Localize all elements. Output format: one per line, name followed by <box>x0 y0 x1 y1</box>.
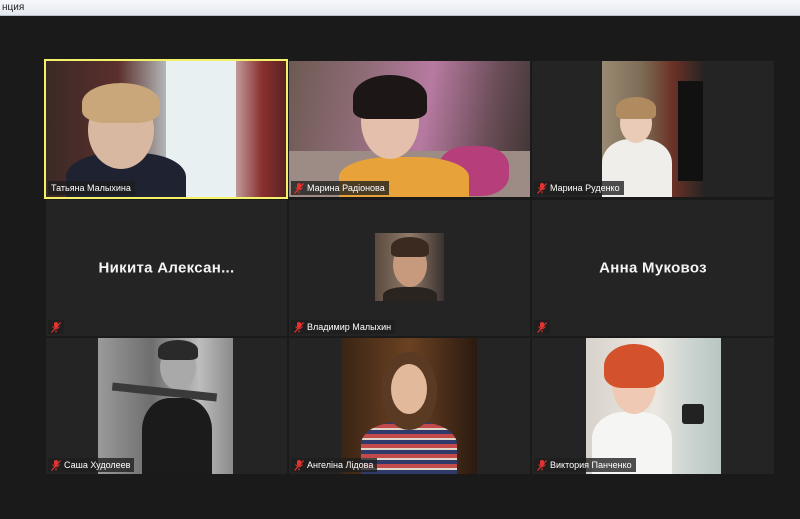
participant-label <box>534 320 550 334</box>
participant-video <box>375 233 444 301</box>
participant-video <box>602 61 703 197</box>
participant-name: Марина Руденко <box>550 183 620 193</box>
participant-label: Марина Руденко <box>534 181 624 195</box>
participant-name: Марина Радіонова <box>307 183 385 193</box>
participant-video <box>98 338 233 474</box>
participant-video <box>341 338 477 474</box>
participant-tile[interactable]: Никита Алексан... <box>46 200 287 336</box>
participant-label <box>48 320 64 334</box>
mic-muted-icon <box>294 321 304 333</box>
participant-name: Владимир Малыхин <box>307 322 392 332</box>
mic-muted-icon <box>51 459 61 471</box>
mic-muted-icon <box>537 182 547 194</box>
participant-video <box>289 61 530 197</box>
participant-tile[interactable]: Владимир Малыхин <box>289 200 530 336</box>
mic-muted-icon <box>294 182 304 194</box>
participant-display-name: Никита Алексан... <box>98 259 235 277</box>
participant-label: Марина Радіонова <box>291 181 389 195</box>
mic-muted-icon <box>51 321 61 333</box>
participant-name: Саша Худолеев <box>64 460 131 470</box>
participant-tile[interactable]: Ангеліна Лідова <box>289 338 530 474</box>
participant-name: Татьяна Малыхина <box>51 183 131 193</box>
participant-label: Татьяна Малыхина <box>48 181 135 195</box>
participant-tile[interactable]: Марина Руденко <box>532 61 774 197</box>
window-titlebar: нция <box>0 0 800 16</box>
mic-muted-icon <box>537 321 547 333</box>
window-title: нция <box>2 2 25 13</box>
participant-display-name: Анна Муковоз <box>599 259 707 277</box>
participant-label: Виктория Панченко <box>534 458 636 472</box>
participant-label: Ангеліна Лідова <box>291 458 378 472</box>
participant-name: Виктория Панченко <box>550 460 632 470</box>
mic-muted-icon <box>537 459 547 471</box>
participant-label: Владимир Малыхин <box>291 320 396 334</box>
participant-video <box>46 61 286 197</box>
participant-tile[interactable]: Татьяна Малыхина <box>44 59 288 199</box>
participant-name: Ангеліна Лідова <box>307 460 374 470</box>
participant-tile[interactable]: Анна Муковоз <box>532 200 774 336</box>
participant-tile[interactable]: Марина Радіонова <box>289 61 530 197</box>
mic-muted-icon <box>294 459 304 471</box>
participant-tile[interactable]: Саша Худолеев <box>46 338 287 474</box>
participant-video <box>586 338 721 474</box>
participant-tile[interactable]: Виктория Панченко <box>532 338 774 474</box>
gallery-view: Татьяна Малыхина Марина Радіонова Марина… <box>0 16 800 519</box>
participant-label: Саша Худолеев <box>48 458 135 472</box>
